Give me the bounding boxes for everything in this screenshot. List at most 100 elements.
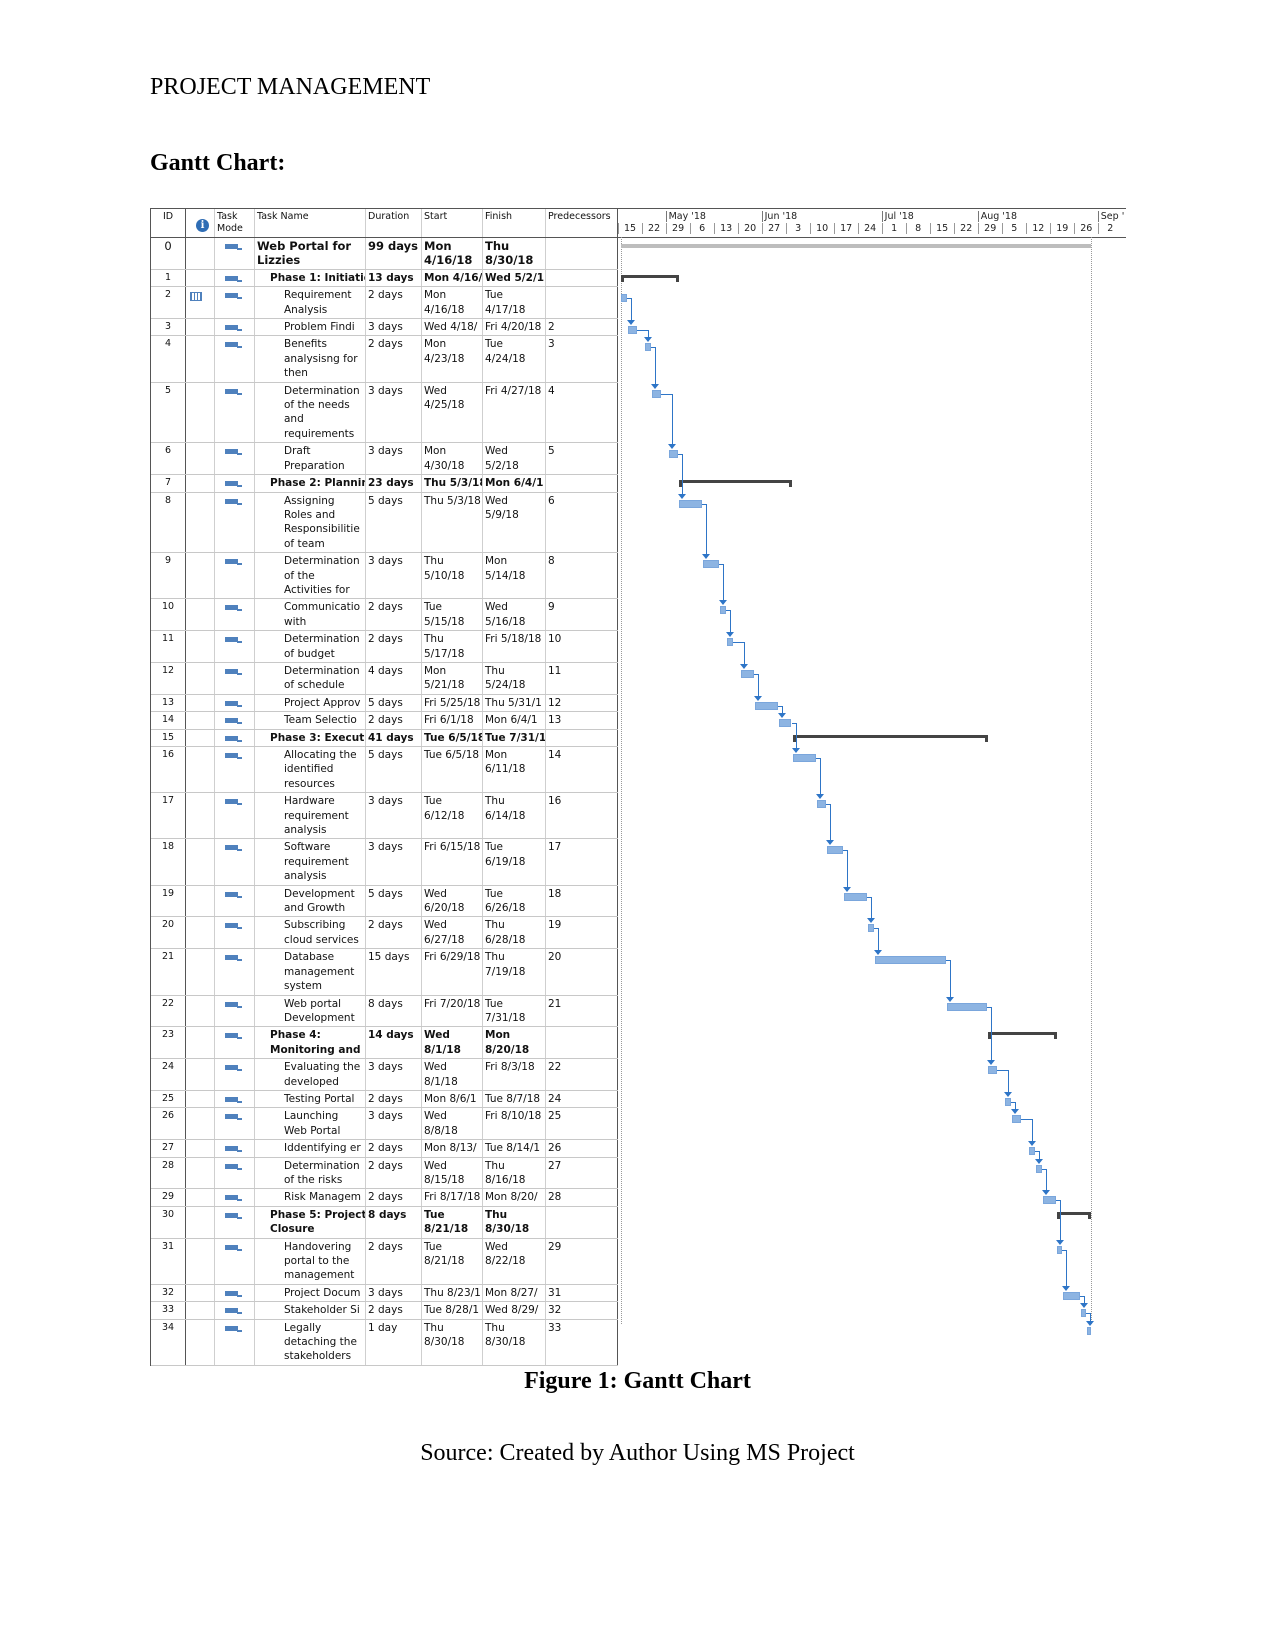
task-start: Tue 8/21/18 [422,1206,483,1238]
table-row[interactable]: 33 Stakeholder Si 2 days Tue 8/28/1 Wed 8/29… [151,1302,618,1320]
table-row[interactable]: 24 Evaluating the developed 3 days Wed 8/1/… [151,1059,618,1091]
table-row[interactable]: 18 Software requirement analysis 3 days Fri… [151,839,618,886]
task-predecessors: 16 [546,793,618,839]
task-duration: 2 days [366,712,422,729]
table-row[interactable]: 12 Determination of schedule 4 days Mon 5/2… [151,662,618,695]
indicator-cell [186,1108,215,1140]
auto-scheduled-icon [225,244,242,250]
table-row[interactable]: 29 Risk Managem 2 days Fri 8/17/18 Mon 8/20/… [151,1189,618,1207]
table-row[interactable]: 0 Web Portal for Lizzies 99 days Mon 4/16/1… [151,238,618,270]
table-row[interactable]: 21 Database management system 15 days Fri 6… [151,949,618,996]
table-row[interactable]: 13 Project Approv 5 days Fri 5/25/18 Thu 5/3… [151,694,618,713]
task-predecessors: 26 [546,1140,618,1157]
link-arrow-icon [1011,1109,1020,1115]
task-bar [1087,1326,1092,1335]
timescale-header: May '18 Jun '18 Jul '18 Aug '18 Sep ' 15 22 29 6… [617,209,1126,238]
link-arrow-icon [719,600,728,606]
table-row[interactable]: 5 Determination of the needs and requirem… [151,382,618,444]
link-arrow-icon [1028,1141,1037,1147]
task-duration: 2 days [366,1140,422,1157]
table-row[interactable]: 17 Hardware requirement analysis 3 days Tue… [151,793,618,840]
task-finish: Tue 6/19/18 [483,839,546,885]
indicator-cell [186,1302,215,1319]
link-line [682,454,684,495]
task-mode-cell [215,917,255,949]
table-row[interactable]: 22 Web portal Development 8 days Fri 7/20/1… [151,995,618,1028]
task-duration: 3 days [366,1108,422,1140]
task-predecessors [546,1206,618,1238]
task-bar [741,669,754,678]
link-arrow-icon [626,320,635,326]
table-row[interactable]: 30 Phase 5: Project Closure 8 days Tue 8/21… [151,1206,618,1239]
table-header: ID i Task Mode Task Name Duration Start … [151,209,618,238]
auto-scheduled-icon [225,637,242,644]
task-name: Launching Web Portal [255,1108,366,1140]
table-row[interactable]: 26 Launching Web Portal 3 days Wed 8/8/18 Fr… [151,1108,618,1141]
task-name: Team Selectio [255,712,366,729]
task-id: 6 [151,443,186,475]
table-row[interactable]: 14 Team Selectio 2 days Fri 6/1/18 Mon 6/4/1… [151,712,618,730]
task-id: 31 [151,1238,186,1284]
task-bar [1063,1291,1080,1300]
link-arrow-icon [668,444,677,450]
auto-scheduled-icon [225,845,242,852]
table-row[interactable]: 6 Draft Preparation 3 days Mon 4/30/18 Wed 5… [151,443,618,476]
task-predecessors: 33 [546,1319,618,1365]
auto-scheduled-icon [225,1163,242,1170]
table-row[interactable]: 7 Phase 2: Planning 23 days Thu 5/3/18 Mon 6… [151,475,618,493]
task-finish: Mon 6/11/18 [483,747,546,793]
link-arrow-icon [740,663,749,669]
link-line [757,673,759,697]
link-line [654,347,656,385]
auto-scheduled-icon [225,1146,242,1153]
table-row[interactable]: 2 Requirement Analysis 2 days Mon 4/16/18 Tu… [151,287,618,320]
table-row[interactable]: 10 Communicatio with 2 days Tue 5/15/18 Wed … [151,599,618,632]
table-row[interactable]: 1 Phase 1: Initiatio 13 days Mon 4/16/Wed 5… [151,269,618,288]
table-row[interactable]: 34 Legally detaching the stakeholders 1 da… [151,1319,618,1366]
task-finish: Tue 4/17/18 [483,287,546,319]
task-predecessors: 6 [546,492,618,553]
task-mode-cell [215,662,255,694]
week-label: 22 [953,223,978,234]
auto-scheduled-icon [225,1325,242,1332]
task-start: Mon 4/16/18 [422,238,483,269]
auto-scheduled-icon [225,891,242,898]
link-line [630,298,632,322]
task-start: Wed 8/8/18 [422,1108,483,1140]
link-arrow-icon [644,337,652,343]
task-name: Project Docum [255,1284,366,1302]
table-row[interactable]: 3 Problem Findi 3 days Wed 4/18/Fri 4/20/18… [151,319,618,337]
task-finish: Thu 5/24/18 [483,662,546,694]
table-row[interactable]: 19 Development and Growth 5 days Wed 6/20/1… [151,885,618,918]
table-row[interactable]: 20 Subscribing cloud services 2 days Wed 6/… [151,917,618,950]
indicator-cell [186,287,215,319]
task-id: 1 [151,269,186,287]
task-finish: Mon 8/20/18 [483,1027,546,1059]
task-id: 0 [151,238,186,269]
link-arrow-icon [650,383,659,389]
table-row[interactable]: 16 Allocating the identified resources 5 d… [151,747,618,794]
task-predecessors [546,1027,618,1059]
task-duration: 2 days [366,917,422,949]
table-row[interactable]: 23 Phase 4: Monitoring and 14 days Wed 8/1/… [151,1027,618,1060]
summary-bar [1056,1211,1092,1219]
table-row[interactable]: 32 Project Docum 3 days Thu 8/23/1 Mon 8/27/… [151,1284,618,1303]
table-row[interactable]: 15 Phase 3: Executio 41 days Tue 6/5/18 Tue … [151,729,618,747]
auto-scheduled-icon [225,1065,242,1072]
table-row[interactable]: 28 Determination of the risks 2 days Wed 8/… [151,1157,618,1190]
task-name: Assigning Roles and Responsibilitie of t… [255,492,366,553]
indicator-cell [186,1090,215,1108]
table-row[interactable]: 8 Assigning Roles and Responsibilitie of … [151,492,618,554]
indicator-cell [186,662,215,694]
table-row[interactable]: 27 Iddentifying er 2 days Mon 8/13/Tue 8/14… [151,1140,618,1158]
table-row[interactable]: 9 Determination of the Activities for 3 da… [151,553,618,600]
task-mode-cell [215,793,255,839]
task-start: Tue 8/28/1 [422,1302,483,1319]
table-row[interactable]: 31 Handovering portal to the management 2 … [151,1238,618,1285]
auto-scheduled-icon [225,498,242,505]
table-row[interactable]: 4 Benefits analysisng for then 2 days Mon 4… [151,336,618,383]
task-finish: Tue 8/14/1 [483,1140,546,1157]
table-row[interactable]: 11 Determination of budget 2 days Thu 5/17/… [151,631,618,663]
table-row[interactable]: 25 Testing Portal 2 days Mon 8/6/1 Tue 8/7/1… [151,1090,618,1109]
task-mode-cell [215,382,255,443]
